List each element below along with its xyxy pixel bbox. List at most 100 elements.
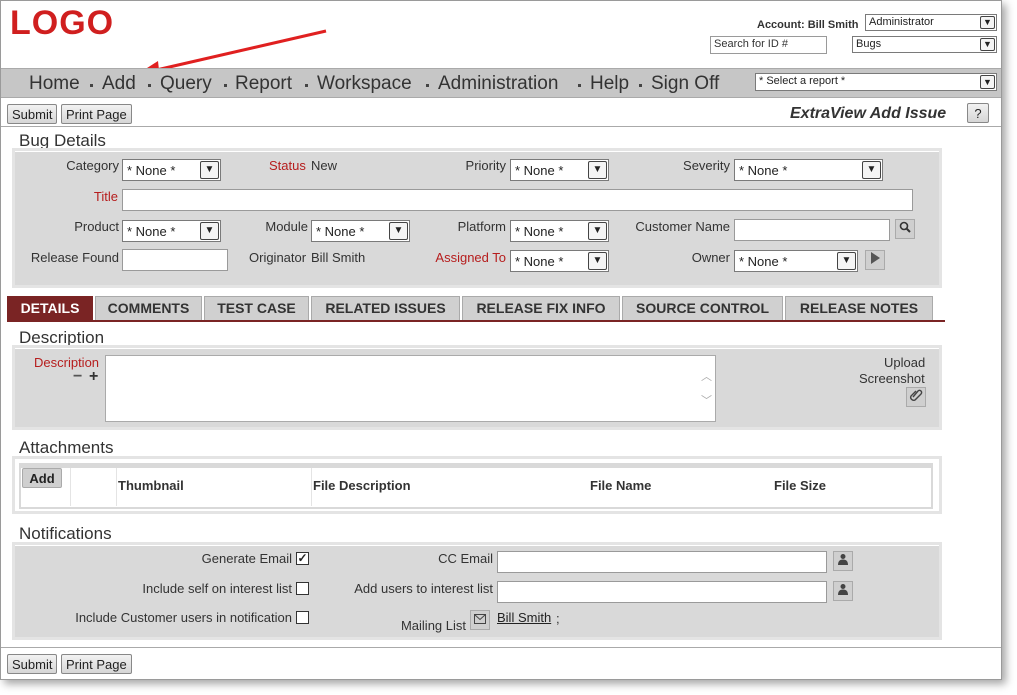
- product-select-value: * None *: [127, 224, 176, 239]
- add-users-input[interactable]: [497, 581, 827, 603]
- account-label: Account:: [757, 19, 805, 31]
- tab-related-issues[interactable]: RELATED ISSUES: [311, 296, 460, 320]
- originator-label: Originator: [249, 250, 307, 265]
- chevron-down-icon: ▼: [837, 252, 856, 270]
- tab-release-notes[interactable]: RELEASE NOTES: [785, 296, 933, 320]
- add-attachment-button[interactable]: Add: [22, 468, 62, 488]
- priority-select-value: * None *: [515, 163, 564, 178]
- account-name: Bill Smith: [807, 19, 859, 31]
- chevron-down-icon: ▼: [389, 222, 408, 240]
- search-icon[interactable]: [895, 219, 915, 239]
- nav-help[interactable]: Help: [590, 73, 629, 95]
- user-picker-icon[interactable]: [833, 551, 853, 571]
- platform-select-value: * None *: [515, 224, 564, 239]
- mailing-list-separator: ;: [556, 611, 560, 626]
- nav-add[interactable]: Add: [102, 73, 136, 95]
- chevron-down-icon: ▼: [588, 222, 607, 240]
- category-label: Category: [66, 158, 119, 173]
- shrink-icon[interactable]: −: [73, 368, 82, 386]
- column-divider: [311, 468, 312, 506]
- owner-label: Owner: [691, 250, 730, 265]
- nav-home[interactable]: Home: [29, 73, 80, 95]
- expand-icon[interactable]: +: [89, 368, 98, 386]
- module-label: Module: [265, 219, 308, 234]
- report-select[interactable]: * Select a report * ▼: [755, 73, 997, 91]
- nav-query[interactable]: Query: [160, 73, 212, 95]
- submit-button-bottom[interactable]: Submit: [7, 654, 58, 674]
- release-found-label: Release Found: [30, 250, 119, 265]
- product-select[interactable]: * None * ▼: [122, 220, 221, 242]
- nav-report[interactable]: Report: [235, 73, 292, 95]
- description-textarea[interactable]: ︿ ﹀: [105, 355, 716, 422]
- include-self-checkbox[interactable]: [296, 582, 309, 595]
- envelope-icon[interactable]: [470, 610, 490, 630]
- module-select[interactable]: * None * ▼: [311, 220, 410, 242]
- tab-test-case[interactable]: TEST CASE: [204, 296, 309, 320]
- tab-details[interactable]: DETAILS: [7, 296, 93, 320]
- priority-select[interactable]: * None * ▼: [510, 159, 609, 181]
- scroll-up-icon[interactable]: ︿: [701, 368, 712, 384]
- nav-separator: [90, 84, 93, 87]
- nav-separator: [305, 84, 308, 87]
- title-input[interactable]: [122, 189, 913, 211]
- nav-separator: [224, 84, 227, 87]
- user-picker-icon[interactable]: [833, 581, 853, 601]
- column-divider: [70, 468, 71, 506]
- column-divider: [116, 468, 117, 506]
- divider: [1, 647, 1001, 648]
- customer-name-label: Customer Name: [635, 219, 730, 234]
- cc-email-input[interactable]: [497, 551, 827, 573]
- chevron-down-icon: ▼: [980, 75, 995, 89]
- logo: LOGO: [10, 4, 115, 42]
- play-icon[interactable]: [865, 250, 885, 270]
- customer-name-input[interactable]: [734, 219, 890, 241]
- search-id-input[interactable]: Search for ID #: [710, 36, 827, 54]
- category-select[interactable]: * None * ▼: [122, 159, 221, 181]
- owner-select[interactable]: * None * ▼: [734, 250, 858, 272]
- column-header-thumbnail[interactable]: Thumbnail: [118, 478, 184, 493]
- nav-separator: [426, 84, 429, 87]
- account-info: Account: Bill Smith: [757, 19, 858, 31]
- scroll-down-icon[interactable]: ﹀: [701, 392, 712, 408]
- report-select-value: * Select a report *: [759, 75, 846, 87]
- module-select-value: * None *: [316, 224, 365, 239]
- include-self-label: Include self on interest list: [142, 581, 292, 596]
- owner-select-value: * None *: [739, 254, 788, 269]
- tab-comments[interactable]: COMMENTS: [95, 296, 202, 320]
- assigned-to-select[interactable]: * None * ▼: [510, 250, 609, 272]
- help-button[interactable]: ?: [967, 103, 989, 123]
- role-select[interactable]: Administrator ▼: [865, 14, 997, 31]
- search-id-placeholder: Search for ID #: [714, 38, 788, 50]
- column-header-file-name[interactable]: File Name: [590, 478, 651, 493]
- nav-administration[interactable]: Administration: [438, 73, 558, 95]
- platform-select[interactable]: * None * ▼: [510, 220, 609, 242]
- tab-source-control[interactable]: SOURCE CONTROL: [622, 296, 783, 320]
- nav-separator: [578, 84, 581, 87]
- chevron-down-icon: ▼: [862, 161, 881, 179]
- mailing-list-user-link[interactable]: Bill Smith: [497, 610, 551, 625]
- generate-email-checkbox[interactable]: ✓: [296, 552, 309, 565]
- print-page-button-bottom[interactable]: Print Page: [61, 654, 132, 674]
- column-header-file-description[interactable]: File Description: [313, 478, 411, 493]
- severity-label: Severity: [683, 158, 730, 173]
- area-select[interactable]: Bugs ▼: [852, 36, 997, 53]
- column-header-file-size[interactable]: File Size: [774, 478, 826, 493]
- print-page-button[interactable]: Print Page: [61, 104, 132, 124]
- nav-workspace[interactable]: Workspace: [317, 73, 412, 95]
- nav-sign-off[interactable]: Sign Off: [651, 73, 719, 95]
- assigned-to-select-value: * None *: [515, 254, 564, 269]
- tab-release-fix-info[interactable]: RELEASE FIX INFO: [462, 296, 620, 320]
- submit-button[interactable]: Submit: [7, 104, 58, 124]
- product-label: Product: [74, 219, 119, 234]
- include-customer-checkbox[interactable]: [296, 611, 309, 624]
- add-users-label: Add users to interest list: [354, 581, 493, 596]
- nav-separator: [148, 84, 151, 87]
- release-found-input[interactable]: [122, 249, 228, 271]
- generate-email-label: Generate Email: [201, 551, 292, 566]
- paperclip-icon[interactable]: [906, 387, 926, 407]
- platform-label: Platform: [457, 219, 506, 234]
- severity-select[interactable]: * None * ▼: [734, 159, 883, 181]
- assigned-to-label: Assigned To: [435, 250, 506, 265]
- include-customer-label: Include Customer users in notification: [75, 610, 292, 625]
- page-title: ExtraView Add Issue: [790, 105, 947, 122]
